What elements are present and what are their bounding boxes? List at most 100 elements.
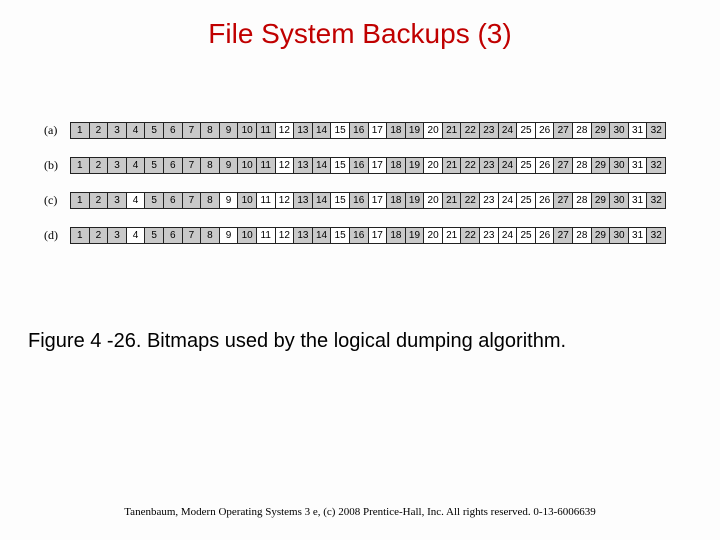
bitmap-cell: 4 bbox=[127, 122, 146, 139]
bitmap-cell: 15 bbox=[331, 157, 350, 174]
bitmap-cell: 25 bbox=[517, 157, 536, 174]
bitmap-cell: 4 bbox=[127, 227, 146, 244]
row-label: (c) bbox=[44, 193, 70, 208]
bitmap-cell: 17 bbox=[369, 227, 388, 244]
bitmap-cell: 15 bbox=[331, 192, 350, 209]
bitmap-cell: 9 bbox=[220, 122, 239, 139]
bitmap-cell: 27 bbox=[554, 227, 573, 244]
bitmap-cell: 30 bbox=[610, 157, 629, 174]
bitmap-cell: 21 bbox=[443, 157, 462, 174]
bitmap-cell: 20 bbox=[424, 122, 443, 139]
bitmap-cell: 2 bbox=[90, 157, 109, 174]
bitmap-cell: 9 bbox=[220, 157, 239, 174]
bitmap-cell: 11 bbox=[257, 192, 276, 209]
bitmap-cell: 17 bbox=[369, 122, 388, 139]
bitmap-cell: 14 bbox=[313, 157, 332, 174]
bitmap-cell: 24 bbox=[499, 227, 518, 244]
bitmap-cell: 31 bbox=[629, 122, 648, 139]
bitmap-cell: 8 bbox=[201, 192, 220, 209]
bitmap-cell: 14 bbox=[313, 227, 332, 244]
bitmap-cell: 10 bbox=[238, 192, 257, 209]
row-label: (b) bbox=[44, 158, 70, 173]
bitmap-cell: 5 bbox=[145, 157, 164, 174]
bitmap-cell: 8 bbox=[201, 122, 220, 139]
bitmap-cell: 11 bbox=[257, 227, 276, 244]
bitmap-cell: 4 bbox=[127, 192, 146, 209]
bitmap-cell: 6 bbox=[164, 227, 183, 244]
bitmap-cell: 21 bbox=[443, 192, 462, 209]
bitmap-cell: 11 bbox=[257, 157, 276, 174]
bitmap-cell: 13 bbox=[294, 157, 313, 174]
bitmap-cell: 3 bbox=[108, 157, 127, 174]
bitmap-cell: 19 bbox=[406, 122, 425, 139]
bitmap-cell: 3 bbox=[108, 192, 127, 209]
bitmap-cell: 20 bbox=[424, 157, 443, 174]
bitmap-cell: 23 bbox=[480, 227, 499, 244]
bitmap-cell: 21 bbox=[443, 227, 462, 244]
bitmap-cell: 9 bbox=[220, 227, 239, 244]
bitmap-cell: 18 bbox=[387, 157, 406, 174]
bitmap-cell: 5 bbox=[145, 122, 164, 139]
bitmap-cell: 32 bbox=[647, 192, 666, 209]
bitmap-cell: 23 bbox=[480, 192, 499, 209]
bitmap-cell: 5 bbox=[145, 192, 164, 209]
bitmap-cell: 9 bbox=[220, 192, 239, 209]
bitmap-cell: 18 bbox=[387, 227, 406, 244]
bitmap-cell: 1 bbox=[71, 122, 90, 139]
bitmap-row-b: (b) 123456789101112131415161718192021222… bbox=[44, 157, 676, 174]
bitmap-cell: 22 bbox=[461, 227, 480, 244]
bitmap-cell: 18 bbox=[387, 122, 406, 139]
bitmap-cell: 16 bbox=[350, 157, 369, 174]
bitmap-cell: 23 bbox=[480, 122, 499, 139]
bitmap-cell: 12 bbox=[276, 122, 295, 139]
bitmap-cell: 16 bbox=[350, 122, 369, 139]
bitmap-cell: 22 bbox=[461, 157, 480, 174]
bitmap-cell: 6 bbox=[164, 157, 183, 174]
bitmap-cell: 2 bbox=[90, 227, 109, 244]
bitmap-cell: 10 bbox=[238, 227, 257, 244]
bitmap-cell: 22 bbox=[461, 192, 480, 209]
bitmap-cell: 22 bbox=[461, 122, 480, 139]
bitmap-cell: 19 bbox=[406, 157, 425, 174]
bitmap-cell: 14 bbox=[313, 192, 332, 209]
bitmap-cell: 7 bbox=[183, 122, 202, 139]
bitmap-cell: 24 bbox=[499, 122, 518, 139]
bitmap-cell: 19 bbox=[406, 227, 425, 244]
bitmap-cell: 15 bbox=[331, 122, 350, 139]
bitmap-cell: 32 bbox=[647, 157, 666, 174]
bitmap-cell: 16 bbox=[350, 192, 369, 209]
bitmap-row-c: (c) 123456789101112131415161718192021222… bbox=[44, 192, 676, 209]
bitmap-cell: 8 bbox=[201, 157, 220, 174]
bitmap-cell: 25 bbox=[517, 227, 536, 244]
bitmap-cell: 1 bbox=[71, 192, 90, 209]
bitmap-cell: 17 bbox=[369, 192, 388, 209]
bitmap-cells: 1234567891011121314151617181920212223242… bbox=[70, 157, 666, 174]
bitmap-cell: 29 bbox=[592, 122, 611, 139]
bitmap-cell: 29 bbox=[592, 192, 611, 209]
bitmap-cell: 27 bbox=[554, 157, 573, 174]
bitmap-cell: 24 bbox=[499, 192, 518, 209]
bitmap-cell: 29 bbox=[592, 157, 611, 174]
row-label: (d) bbox=[44, 228, 70, 243]
bitmap-cell: 1 bbox=[71, 157, 90, 174]
bitmap-cell: 12 bbox=[276, 157, 295, 174]
bitmap-cell: 28 bbox=[573, 157, 592, 174]
bitmap-cell: 26 bbox=[536, 122, 555, 139]
bitmap-row-d: (d) 123456789101112131415161718192021222… bbox=[44, 227, 676, 244]
bitmap-row-a: (a) 123456789101112131415161718192021222… bbox=[44, 122, 676, 139]
bitmap-cell: 30 bbox=[610, 192, 629, 209]
bitmap-cell: 31 bbox=[629, 157, 648, 174]
bitmap-cell: 14 bbox=[313, 122, 332, 139]
footer-copyright: Tanenbaum, Modern Operating Systems 3 e,… bbox=[0, 506, 720, 518]
bitmap-cell: 20 bbox=[424, 227, 443, 244]
bitmap-cell: 13 bbox=[294, 227, 313, 244]
bitmap-cell: 10 bbox=[238, 122, 257, 139]
bitmap-cell: 19 bbox=[406, 192, 425, 209]
bitmap-cell: 12 bbox=[276, 192, 295, 209]
bitmap-cell: 28 bbox=[573, 192, 592, 209]
bitmap-cell: 2 bbox=[90, 192, 109, 209]
bitmap-cell: 7 bbox=[183, 192, 202, 209]
bitmap-cell: 17 bbox=[369, 157, 388, 174]
bitmap-cell: 3 bbox=[108, 122, 127, 139]
bitmap-cell: 26 bbox=[536, 192, 555, 209]
